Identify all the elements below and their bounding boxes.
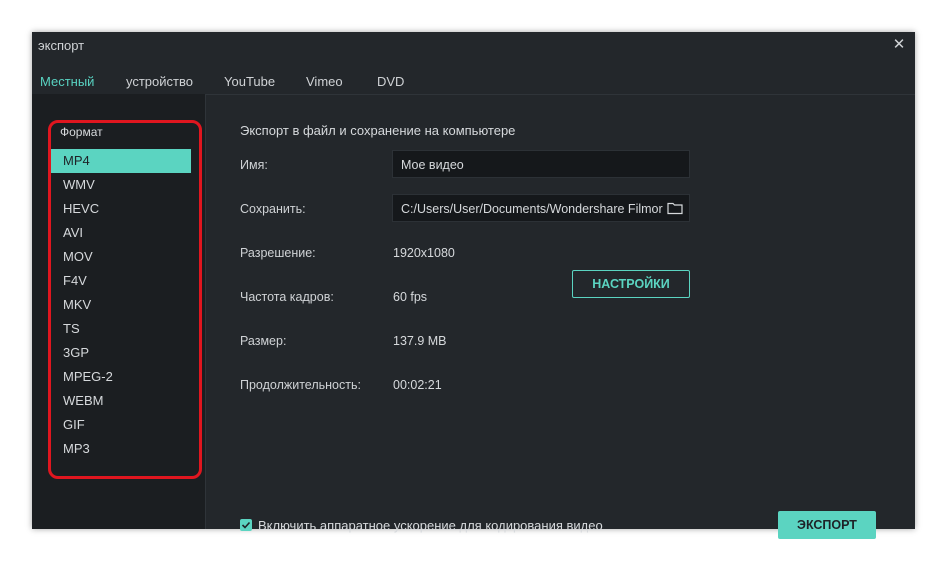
format-item-mp3[interactable]: MP3 xyxy=(51,437,191,461)
window-title: экспорт xyxy=(38,38,85,53)
duration-label: Продолжительность: xyxy=(240,378,361,392)
format-item-3gp[interactable]: 3GP xyxy=(51,341,191,365)
format-item-wmv[interactable]: WMV xyxy=(51,173,191,197)
tab-bar: Местный устройство YouTube Vimeo DVD xyxy=(32,68,915,98)
format-item-mkv[interactable]: MKV xyxy=(51,293,191,317)
resolution-label: Разрешение: xyxy=(240,246,316,260)
folder-icon[interactable] xyxy=(667,201,683,215)
size-value: 137.9 MB xyxy=(393,334,447,348)
close-icon[interactable]: ✕ xyxy=(891,36,907,54)
duration-value: 00:02:21 xyxy=(393,378,442,392)
export-settings-panel: Экспорт в файл и сохранение на компьютер… xyxy=(206,94,915,539)
format-item-hevc[interactable]: HEVC xyxy=(51,197,191,221)
settings-button[interactable]: НАСТРОЙКИ xyxy=(572,270,690,298)
format-heading: Формат xyxy=(60,125,103,139)
format-item-mpeg2[interactable]: MPEG-2 xyxy=(51,365,191,389)
format-item-f4v[interactable]: F4V xyxy=(51,269,191,293)
format-item-mov[interactable]: MOV xyxy=(51,245,191,269)
format-item-mp4[interactable]: MP4 xyxy=(51,149,191,173)
name-label: Имя: xyxy=(240,158,268,172)
resolution-value: 1920x1080 xyxy=(393,246,455,260)
panel-heading: Экспорт в файл и сохранение на компьютер… xyxy=(240,123,516,138)
name-input[interactable]: Мое видео xyxy=(392,150,690,178)
tab-dvd[interactable]: DVD xyxy=(377,68,404,96)
export-button[interactable]: ЭКСПОРТ xyxy=(778,511,876,539)
export-dialog: экспорт ✕ Местный устройство YouTube Vim… xyxy=(32,32,915,539)
format-item-avi[interactable]: AVI xyxy=(51,221,191,245)
format-item-ts[interactable]: TS xyxy=(51,317,191,341)
tab-device[interactable]: устройство xyxy=(126,68,193,96)
hw-accel-checkbox[interactable] xyxy=(240,519,252,531)
hw-accel-label[interactable]: Включить аппаратное ускорение для кодиро… xyxy=(258,518,603,533)
title-bar: экспорт ✕ xyxy=(32,32,915,60)
format-item-gif[interactable]: GIF xyxy=(51,413,191,437)
format-sidebar: Формат MP4 WMV HEVC AVI MOV F4V MKV TS 3… xyxy=(32,94,206,529)
format-list: MP4 WMV HEVC AVI MOV F4V MKV TS 3GP MPEG… xyxy=(51,149,191,461)
framerate-value: 60 fps xyxy=(393,290,428,304)
size-label: Размер: xyxy=(240,334,287,348)
save-path-value: C:/Users/User/Documents/Wondershare Film… xyxy=(401,202,663,216)
format-item-webm[interactable]: WEBM xyxy=(51,389,191,413)
save-path-input[interactable]: C:/Users/User/Documents/Wondershare Film… xyxy=(392,194,690,222)
framerate-label: Частота кадров: xyxy=(240,290,334,304)
name-input-value: Мое видео xyxy=(401,158,464,172)
tab-vimeo[interactable]: Vimeo xyxy=(306,68,343,96)
save-label: Сохранить: xyxy=(240,202,306,216)
check-icon xyxy=(241,521,251,529)
tab-youtube[interactable]: YouTube xyxy=(224,68,275,96)
